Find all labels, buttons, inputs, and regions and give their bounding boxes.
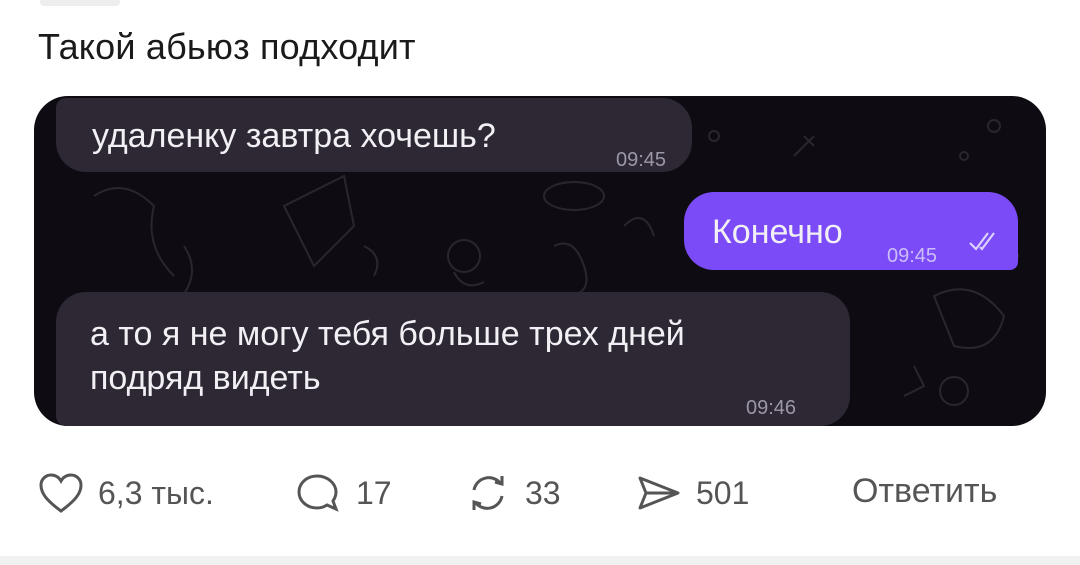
post-text: Такой абьюз подходит — [38, 26, 416, 67]
message-text: удаленку завтра хочешь? — [92, 117, 496, 155]
reply-button[interactable]: Ответить — [852, 472, 997, 511]
like-count: 6,3 тыс. — [98, 474, 214, 511]
repost-count: 33 — [525, 474, 561, 511]
repost-icon — [472, 476, 504, 510]
message-outgoing[interactable]: Конечно 09:45 — [684, 192, 1018, 270]
message-incoming[interactable]: а то я не могу тебя больше трех дней под… — [56, 292, 850, 426]
share-icon — [638, 476, 680, 510]
share-button[interactable]: 501 — [636, 472, 749, 514]
repost-button[interactable]: 33 — [465, 472, 561, 514]
reply-label: Ответить — [852, 472, 998, 510]
post-actions: 6,3 тыс. 17 33 501 Ответить — [0, 462, 1080, 526]
message-text: Конечно — [712, 213, 843, 251]
message-text: а то я не могу тебя больше трех дней под… — [90, 315, 685, 397]
chat-screenshot: удаленку завтра хочешь? 09:45 Конечно 09… — [34, 96, 1046, 426]
message-incoming[interactable]: удаленку завтра хочешь? 09:45 — [56, 98, 692, 172]
comment-button[interactable]: 17 — [296, 472, 392, 514]
double-check-icon — [969, 232, 995, 251]
share-count: 501 — [696, 474, 750, 511]
message-time: 09:45 — [887, 245, 938, 267]
message-time: 09:45 — [616, 149, 667, 171]
like-button[interactable]: 6,3 тыс. — [38, 472, 214, 514]
divider — [40, 0, 120, 6]
heart-icon — [39, 473, 83, 513]
comment-icon — [297, 474, 339, 512]
divider — [0, 556, 1080, 565]
comment-count: 17 — [356, 474, 392, 511]
message-time: 09:46 — [746, 397, 797, 419]
